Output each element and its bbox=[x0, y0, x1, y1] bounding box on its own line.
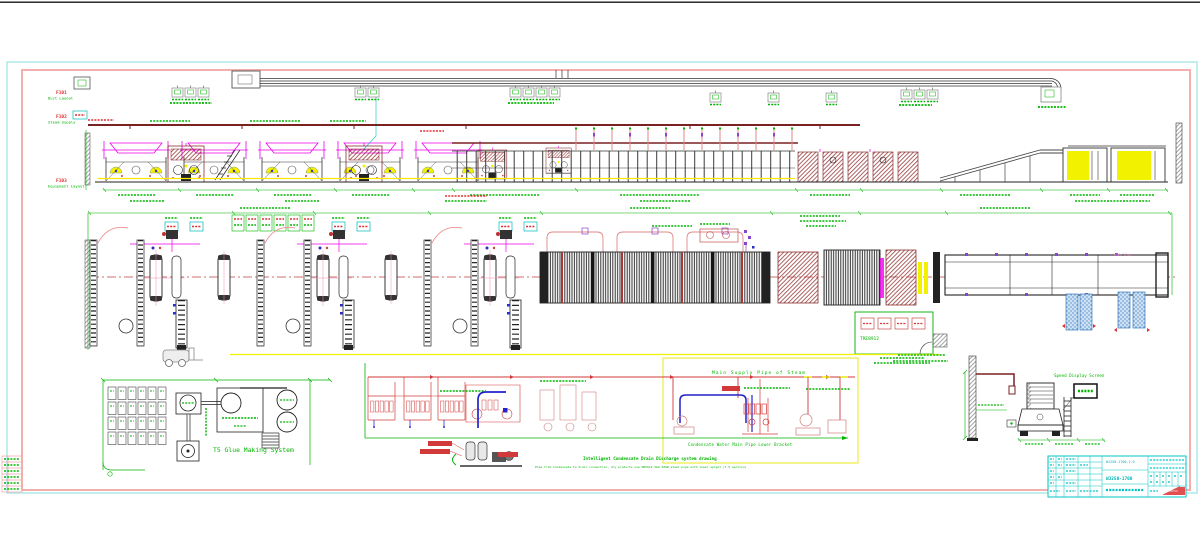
building-column bbox=[969, 356, 976, 438]
schematic-note: Pipe from Condensate to drain connection… bbox=[535, 465, 747, 469]
glue-making-system-detail: T5 Glue Making System bbox=[101, 378, 332, 476]
window-top-edge bbox=[0, 2, 1200, 3]
control-box-label: TRE8912 bbox=[860, 336, 879, 342]
glue-pump bbox=[177, 441, 199, 461]
steam-main-pipe bbox=[88, 120, 860, 131]
forklift bbox=[163, 348, 203, 367]
exhaust-fan-boxes bbox=[170, 86, 1066, 108]
steam-drop-pipes bbox=[576, 127, 792, 150]
glue-system-title: T5 Glue Making System bbox=[213, 446, 294, 454]
laminating-section-plan bbox=[778, 250, 940, 305]
table-note: 1600 52um bbox=[1112, 253, 1131, 257]
speed-detail-dimensions bbox=[1018, 438, 1105, 444]
title-block-drawing-no: WJ250-1700 bbox=[1106, 476, 1133, 482]
engineering-drawing: F101 Duct Layout F102 Steam Supply F103 … bbox=[0, 0, 1200, 557]
platform-ladder bbox=[1064, 397, 1071, 437]
packing-enclosures bbox=[940, 123, 1182, 183]
band-label-2-caption: Steam Supply bbox=[48, 120, 76, 125]
pipe-bracket bbox=[976, 374, 1014, 386]
middle-plan-view: 1600 52um TRE8912 bbox=[85, 208, 1175, 367]
schematic-title: Intelligent Condensate Drain Discharge s… bbox=[583, 456, 717, 461]
unwinder-units bbox=[90, 218, 537, 350]
schematic-mid-components bbox=[440, 381, 596, 431]
speed-display-detail: Speed Display Screen bbox=[963, 356, 1105, 444]
end-ladder bbox=[1176, 123, 1182, 183]
baler-panel-2 bbox=[1117, 151, 1151, 180]
title-block-code: WJ250-1700-1-0 bbox=[1106, 460, 1135, 464]
pallets bbox=[1062, 292, 1150, 332]
dryer-elevation bbox=[452, 127, 798, 182]
band-label-3-caption: Equipment Layout bbox=[48, 184, 85, 189]
cyan-leader-line bbox=[363, 94, 376, 150]
baler-panel bbox=[1067, 151, 1089, 180]
wall-column-plan bbox=[85, 240, 90, 348]
control-panel-unit bbox=[652, 224, 755, 252]
band-labels: F101 Duct Layout F102 Steam Supply F103 … bbox=[48, 90, 87, 189]
steam-main-label: Main Supply Pipe of Steam bbox=[712, 370, 806, 376]
title-block: WJ250-1700-1-0 WJ250-1700 bbox=[1048, 456, 1186, 497]
top-elevation-view bbox=[74, 70, 1182, 201]
band-label-1-caption: Duct Layout bbox=[48, 96, 73, 101]
glue-tanks bbox=[277, 390, 297, 432]
condensate-piping-schematic: Main Supply Pipe of Steam Condensate Wat… bbox=[365, 355, 948, 469]
glue-barrel-grid bbox=[108, 387, 166, 445]
dryer-drum bbox=[540, 228, 770, 303]
schematic-steam-zone bbox=[673, 377, 850, 435]
overhead-duct bbox=[74, 70, 1061, 150]
outfeed-table: 1600 52um bbox=[945, 253, 1168, 297]
speed-screen-title: Speed Display Screen bbox=[1054, 373, 1105, 378]
condensate-main-label: Condensate Water Main Pipe Lower Bracket bbox=[688, 442, 793, 447]
material-label-row bbox=[232, 215, 314, 231]
rewinder-section bbox=[798, 149, 918, 182]
revision-table bbox=[2, 456, 22, 492]
cad-viewer-canvas: F101 Duct Layout F102 Steam Supply F103 … bbox=[0, 0, 1200, 557]
